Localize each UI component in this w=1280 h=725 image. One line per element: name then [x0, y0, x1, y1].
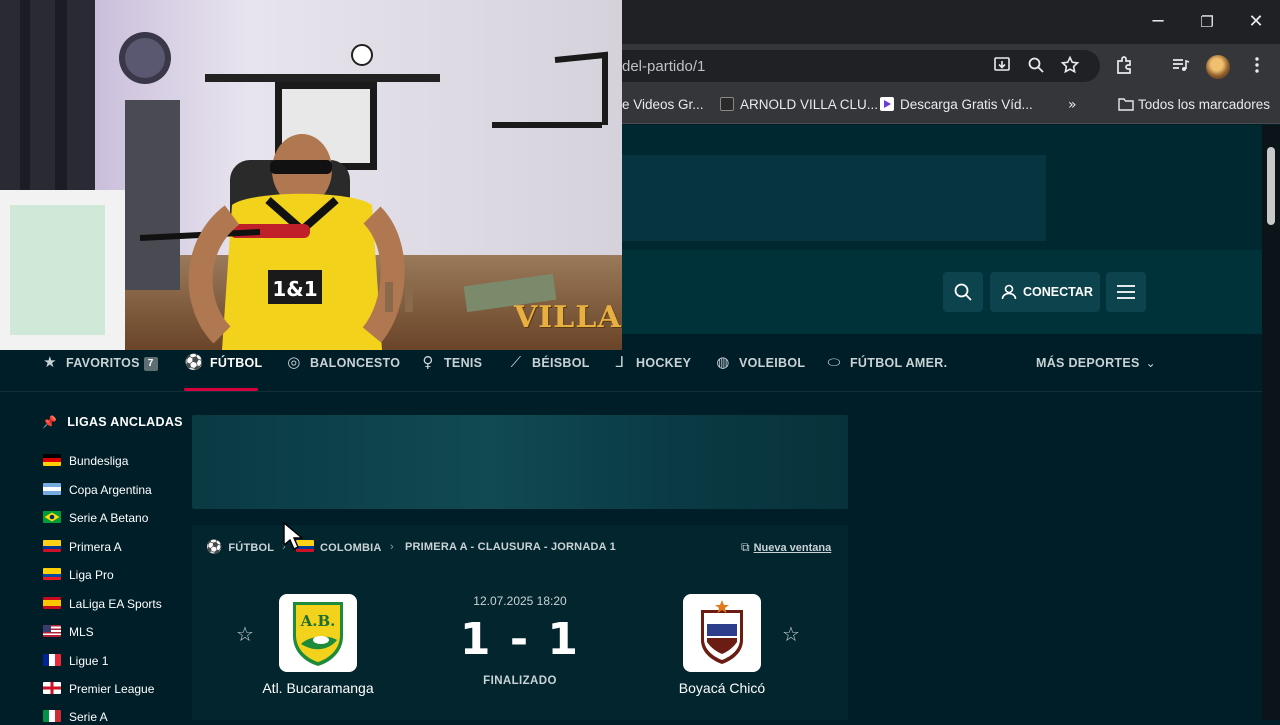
nav-basketball[interactable]: ◎ BALONCESTO: [284, 353, 400, 373]
breadcrumb-separator: ›: [390, 541, 394, 553]
external-link-icon: ⧉: [741, 540, 750, 554]
star-icon: ★: [43, 353, 57, 371]
sidebar-league-liga-pro[interactable]: Liga Pro: [43, 567, 114, 583]
hamburger-menu-button[interactable]: [1106, 272, 1146, 312]
nav-favorites[interactable]: ★ FAVORITOS 7: [40, 353, 158, 373]
bookmark-item[interactable]: ARNOLD VILLA CLU...: [720, 97, 878, 112]
bookmark-star-icon[interactable]: [1059, 55, 1081, 77]
webcam-overlay: 1&1 VILLA: [0, 0, 622, 350]
scrollbar-thumb[interactable]: [1267, 147, 1275, 225]
media-icon[interactable]: [1169, 55, 1191, 77]
nav-more-sports[interactable]: MÁS DEPORTES ⌄: [1036, 353, 1156, 373]
france-flag-icon: [43, 654, 61, 666]
favorite-home-star-icon[interactable]: ☆: [236, 622, 254, 646]
germany-flag-icon: [43, 454, 61, 466]
all-bookmarks-folder[interactable]: Todos los marcadores: [1118, 97, 1270, 112]
breadcrumb-league[interactable]: PRIMERA A - CLAUSURA - JORNADA 1: [405, 540, 616, 554]
advertisement-banner[interactable]: [622, 155, 1046, 241]
home-logo-text: A.B.: [300, 612, 336, 630]
sidebar-league-bundesliga[interactable]: Bundesliga: [43, 453, 128, 469]
nav-tennis[interactable]: ♀ TENIS: [418, 353, 482, 373]
menu-icon: [1117, 285, 1135, 299]
login-label: CONECTAR: [1023, 285, 1093, 299]
user-icon: [1001, 284, 1017, 300]
usa-flag-icon: [43, 625, 61, 637]
bookmark-item[interactable]: Descarga Gratis Víd...: [880, 97, 1033, 112]
sidebar-league-copa-argentina[interactable]: Copa Argentina: [43, 482, 152, 498]
baseball-bat-icon: ⟋: [510, 353, 522, 371]
breadcrumb-colombia[interactable]: COLOMBIA: [296, 540, 381, 555]
webcam-watermark-logo: VILLA: [514, 300, 622, 335]
home-team-name[interactable]: Atl. Bucaramanga: [238, 680, 398, 696]
close-button[interactable]: ✕: [1242, 8, 1270, 36]
bookmark-favicon: [880, 97, 894, 111]
more-bookmarks-chevron-icon[interactable]: »: [1068, 97, 1077, 113]
match-score: 1 - 1: [459, 614, 581, 665]
match-status: FINALIZADO: [483, 675, 557, 687]
webcam-scene: 1&1: [0, 0, 622, 350]
nav-football[interactable]: ⚽ FÚTBOL: [184, 353, 263, 373]
ecuador-flag-icon: [43, 568, 61, 580]
chevron-down-icon: ⌄: [1145, 356, 1156, 370]
colombia-flag-icon: [43, 540, 61, 552]
new-window-link[interactable]: ⧉ Nueva ventana: [741, 540, 831, 555]
match-datetime: 12.07.2025 18:20: [473, 594, 567, 608]
login-button[interactable]: CONECTAR: [990, 272, 1100, 312]
breadcrumb-football[interactable]: ⚽ FÚTBOL: [206, 540, 274, 555]
volleyball-icon: ◍: [716, 353, 730, 371]
search-button[interactable]: [943, 272, 983, 312]
download-icon[interactable]: [991, 55, 1013, 77]
bookmark-item[interactable]: e Videos Gr...: [622, 97, 704, 112]
argentina-flag-icon: [43, 483, 61, 495]
nav-baseball[interactable]: ⟋ BÉISBOL: [506, 353, 590, 373]
spain-flag-icon: [43, 597, 61, 609]
pin-icon: 📌: [42, 415, 58, 429]
nav-volleyball[interactable]: ◍ VOLEIBOL: [713, 353, 805, 373]
zoom-icon[interactable]: [1025, 55, 1047, 77]
sidebar-league-laliga[interactable]: LaLiga EA Sports: [43, 596, 162, 612]
favorite-away-star-icon[interactable]: ☆: [782, 622, 800, 646]
page-scrollbar[interactable]: [1262, 125, 1280, 720]
basketball-icon: ◎: [287, 353, 301, 371]
sidebar-league-ligue-1[interactable]: Ligue 1: [43, 653, 108, 669]
pinned-leagues-title: 📌 LIGAS ANCLADAS: [42, 415, 183, 429]
italy-flag-icon: [43, 710, 61, 722]
bookmark-favicon: [720, 97, 734, 111]
profile-avatar[interactable]: [1206, 55, 1230, 79]
away-team-logo[interactable]: [683, 594, 761, 672]
address-bar-url: del-partido/1: [622, 58, 706, 75]
minimize-button[interactable]: ─: [1144, 8, 1172, 36]
brazil-flag-icon: [43, 511, 61, 523]
american-football-icon: ⬭: [827, 353, 841, 371]
extensions-icon[interactable]: [1113, 55, 1135, 77]
search-icon: [954, 283, 972, 301]
jersey-text: 1&1: [272, 277, 317, 301]
folder-icon: [1118, 97, 1134, 111]
soccer-ball-icon: ⚽: [206, 540, 223, 555]
nav-american-football[interactable]: ⬭ FÚTBOL AMER.: [824, 353, 947, 373]
sidebar-league-serie-a-betano[interactable]: Serie A Betano: [43, 510, 148, 526]
away-team-name[interactable]: Boyacá Chicó: [642, 680, 802, 696]
england-flag-icon: [43, 682, 61, 694]
nav-hockey[interactable]: ⅃ HOCKEY: [610, 353, 691, 373]
active-tab-indicator: [184, 388, 258, 391]
restore-button[interactable]: ❐: [1193, 8, 1221, 36]
favorites-count-badge: 7: [143, 357, 158, 371]
soccer-ball-icon: ⚽: [184, 353, 204, 371]
mouse-cursor-icon: [283, 521, 304, 555]
more-menu-icon[interactable]: [1246, 55, 1268, 77]
content-advertisement[interactable]: [192, 415, 848, 509]
sidebar-league-primera-a[interactable]: Primera A: [43, 539, 122, 555]
home-team-logo[interactable]: A.B.: [279, 594, 357, 672]
sidebar-league-premier-league[interactable]: Premier League: [43, 681, 154, 697]
tennis-icon: ♀: [422, 353, 434, 371]
sidebar-league-mls[interactable]: MLS: [43, 624, 94, 640]
sidebar-league-serie-a[interactable]: Serie A: [43, 709, 108, 725]
hockey-icon: ⅃: [615, 353, 625, 371]
